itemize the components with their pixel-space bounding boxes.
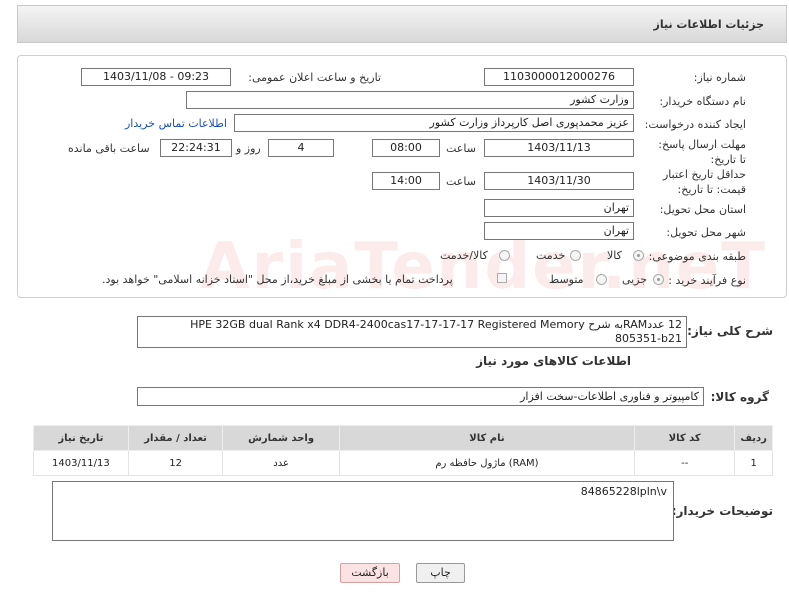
province-label: استان محل تحویل: <box>659 203 746 216</box>
col-quantity: تعداد / مقدار <box>127 425 224 451</box>
requester-label: ایجاد کننده درخواست: <box>644 118 746 131</box>
announce-date-field[interactable]: 1403/11/08 - 09:23 <box>81 68 231 86</box>
col-row-number: ردیف <box>734 425 773 451</box>
buyer-org-label: نام دستگاه خریدار: <box>659 95 746 108</box>
need-description-label: شرح کلی نیاز: <box>687 324 773 338</box>
buyer-notes-field[interactable]: 84865228lpln\v <box>52 481 674 541</box>
deadline-label: مهلت ارسال پاسخ: تا تاریخ: <box>658 138 746 166</box>
process-radio-minor[interactable] <box>653 274 664 285</box>
cell-unit: عدد <box>222 450 340 476</box>
deadline-date-field[interactable]: 1403/11/13 <box>484 139 634 157</box>
table-row[interactable]: 1403/11/13 12 عدد ماژول حافظه رم (RAM) -… <box>33 450 773 476</box>
back-button[interactable]: بازگشت <box>340 563 400 583</box>
remaining-days-field[interactable]: 4 <box>268 139 334 157</box>
treasury-payment-checkbox[interactable] <box>497 273 507 283</box>
goods-table: تاریخ نیاز تعداد / مقدار واحد شمارش نام … <box>33 425 773 476</box>
process-radio-medium[interactable] <box>596 274 607 285</box>
announce-date-label: تاریخ و ساعت اعلان عمومی: <box>248 71 381 84</box>
city-label: شهر محل تحویل: <box>666 226 746 239</box>
process-option-medium: متوسط <box>549 273 584 286</box>
remaining-time-label: ساعت باقی مانده <box>68 142 150 155</box>
cell-item-name: ماژول حافظه رم (RAM) <box>338 450 636 476</box>
remaining-time-field[interactable]: 22:24:31 <box>160 139 232 157</box>
category-option-goods-service: کالا/خدمت <box>440 249 488 262</box>
buyer-contact-link[interactable]: اطلاعات تماس خریدار <box>125 117 227 130</box>
print-button[interactable]: چاپ <box>416 563 465 583</box>
treasury-payment-note: پرداخت تمام یا بخشی از مبلغ خرید،از محل … <box>102 273 453 286</box>
category-radio-goods-service[interactable] <box>499 250 510 261</box>
days-label: روز و <box>236 142 261 155</box>
page-header: جزئیات اطلاعات نیاز <box>17 5 787 43</box>
province-field[interactable]: تهران <box>484 199 634 217</box>
category-option-goods: کالا <box>607 249 622 262</box>
buyer-org-field[interactable]: وزارت کشور <box>186 91 634 109</box>
price-validity-time-field[interactable]: 14:00 <box>372 172 440 190</box>
category-radio-service[interactable] <box>570 250 581 261</box>
process-type-label: نوع فرآیند خرید : <box>668 274 746 287</box>
goods-info-title: اطلاعات کالاهای مورد نیاز <box>476 354 631 368</box>
category-radio-goods[interactable] <box>633 250 644 261</box>
need-description-field[interactable]: 12 عددRAMبه شرح HPE 32GB dual Rank x4 DD… <box>137 316 687 348</box>
requester-field[interactable]: عزیز محمدپوری اصل کارپرداز وزارت کشور <box>234 114 634 132</box>
col-item-code: کد کالا <box>634 425 736 451</box>
col-item-name: نام کالا <box>338 425 636 451</box>
cell-row-number: 1 <box>734 450 773 476</box>
col-unit: واحد شمارش <box>222 425 340 451</box>
process-option-minor: جزیی <box>622 273 648 286</box>
goods-group-label: گروه کالا: <box>710 390 769 404</box>
need-number-field[interactable]: 1103000012000276 <box>484 68 634 86</box>
cell-quantity: 12 <box>127 450 224 476</box>
col-need-date: تاریخ نیاز <box>33 425 129 451</box>
buyer-notes-label: توضیحات خریدار: <box>671 504 773 518</box>
city-field[interactable]: تهران <box>484 222 634 240</box>
deadline-time-label: ساعت <box>446 142 476 155</box>
cell-need-date: 1403/11/13 <box>33 450 129 476</box>
cell-item-code: -- <box>634 450 736 476</box>
page-title: جزئیات اطلاعات نیاز <box>653 18 765 31</box>
price-validity-time-label: ساعت <box>446 175 476 188</box>
price-validity-date-field[interactable]: 1403/11/30 <box>484 172 634 190</box>
goods-group-field[interactable]: کامپیوتر و فناوری اطلاعات-سخت افزار <box>137 387 704 406</box>
need-number-label: شماره نیاز: <box>693 71 746 84</box>
price-validity-label: حداقل تاریخ اعتبار قیمت: تا تاریخ: <box>662 168 746 196</box>
goods-table-header: تاریخ نیاز تعداد / مقدار واحد شمارش نام … <box>33 425 773 451</box>
deadline-time-field[interactable]: 08:00 <box>372 139 440 157</box>
category-label: طبقه بندی موضوعی: <box>648 250 746 263</box>
category-option-service: خدمت <box>536 249 566 262</box>
